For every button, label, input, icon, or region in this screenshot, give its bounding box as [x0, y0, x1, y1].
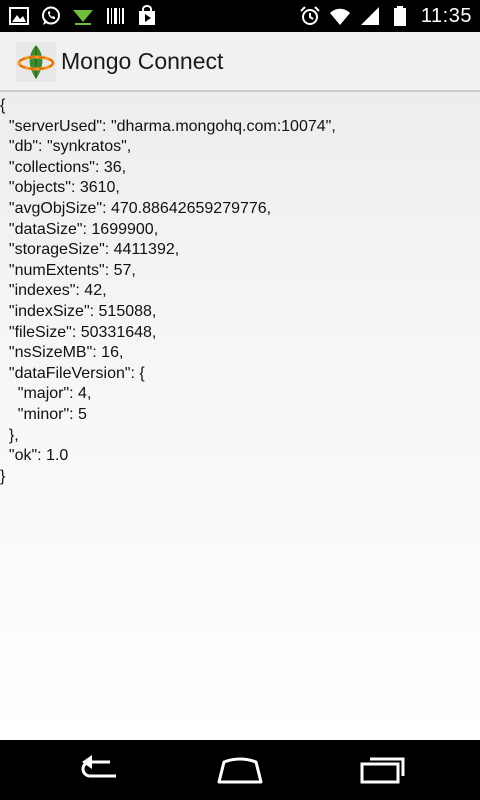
json-line: "nsSizeMB": 16, [0, 344, 124, 362]
json-line: "storageSize": 4411392, [0, 241, 180, 259]
navigation-bar [0, 740, 480, 800]
status-bar: 11:35 [0, 0, 480, 32]
home-icon[interactable] [216, 754, 264, 786]
json-line: "serverUsed": "dharma.mongohq.com:10074"… [0, 117, 336, 135]
system-indicators: 11:35 [299, 4, 472, 28]
download-icon [72, 5, 94, 27]
json-line: "db": "synkratos", [0, 138, 132, 156]
alarm-icon [299, 5, 321, 27]
json-output: { "serverUsed": "dharma.mongohq.com:1007… [0, 92, 480, 740]
recent-apps-icon[interactable] [358, 754, 406, 786]
json-line: { [0, 97, 6, 114]
json-line: "indexes": 42, [0, 282, 107, 300]
json-line: } [0, 467, 6, 485]
image-icon [8, 5, 30, 27]
battery-icon [389, 5, 411, 27]
json-line: "minor": 5 [0, 406, 87, 423]
json-line: "avgObjSize": 470.88642659279776, [0, 200, 272, 217]
json-line: "objects": 3610, [0, 179, 120, 197]
json-line: "indexSize": 515088, [0, 303, 157, 320]
back-icon[interactable] [76, 754, 124, 786]
play-store-icon [136, 5, 158, 27]
json-line: "ok": 1.0 [0, 447, 69, 465]
json-line: }, [0, 426, 19, 444]
json-line: "fileSize": 50331648, [0, 323, 157, 341]
json-line: "collections": 36, [0, 158, 127, 176]
json-line: "dataSize": 1699900, [0, 220, 159, 238]
signal-icon [359, 5, 381, 27]
json-line: "dataFileVersion": { [0, 364, 145, 382]
barcode-icon [104, 5, 126, 27]
mongo-leaf-app-icon[interactable] [16, 42, 56, 82]
whatsapp-icon [40, 5, 62, 27]
notification-icons [8, 4, 158, 28]
json-line: "major": 4, [0, 385, 92, 403]
app-title: Mongo Connect [61, 48, 224, 74]
json-line: "numExtents": 57, [0, 261, 136, 279]
status-clock: 11:35 [420, 4, 472, 27]
action-bar: Mongo Connect [0, 32, 480, 92]
wifi-icon [329, 5, 351, 27]
